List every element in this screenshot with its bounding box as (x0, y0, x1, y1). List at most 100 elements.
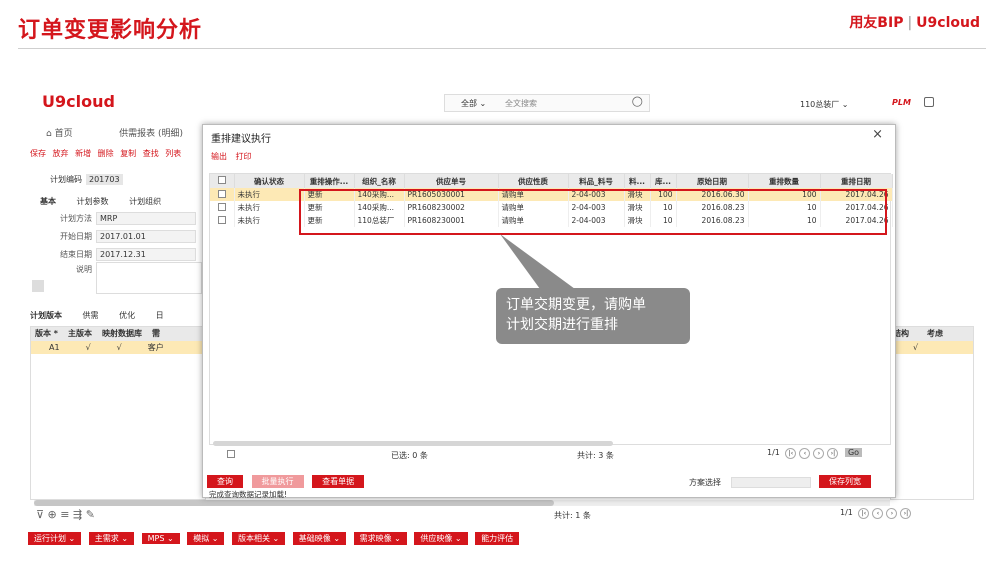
global-search[interactable]: 全部 ⌄ 全文搜索 ○ (444, 94, 650, 112)
go-button[interactable]: Go (844, 448, 863, 457)
attachment-icon[interactable] (32, 280, 44, 292)
col-item-name[interactable]: 料... (624, 174, 651, 188)
grid-header-row: 确认状态 重排操作... 组织_名称 供应单号 供应性质 料品_料号 料... … (210, 174, 893, 188)
col-confirm-status[interactable]: 确认状态 (234, 174, 305, 188)
dialog-footer: 已选: 0 条 共计: 3 条 1/1 |‹ ‹ › ›| Go (209, 447, 891, 463)
list-button[interactable]: 列表 (165, 149, 181, 158)
tab-plan-params[interactable]: 计划参数 (77, 197, 109, 206)
demand-image-button[interactable]: 需求映像 ⌄ (353, 532, 407, 545)
start-date-field[interactable]: 2017.01.01 (96, 230, 196, 243)
scheme-select[interactable] (731, 477, 811, 488)
table-row[interactable]: √ (891, 341, 973, 354)
grid-tool-icons[interactable]: ⊽ ⊕ ≡ ⇶ ✎ (36, 508, 95, 521)
save-button[interactable]: 保存 (30, 149, 46, 158)
nav-tabs: ⌂ 首页 供需报表 (明细) (46, 126, 205, 139)
prev-page-icon[interactable]: ‹ (799, 448, 811, 459)
total-count: 共计: 3 条 (577, 451, 614, 460)
version-tabs: 计划版本 供需 优化 日 (30, 310, 182, 321)
next-page-icon[interactable]: › (813, 448, 825, 459)
plan-code-value[interactable]: 201703 (86, 174, 123, 185)
search-scope-select[interactable]: 全部 ⌄ (461, 98, 486, 109)
select-all-checkbox[interactable] (210, 174, 235, 188)
scheme-select-row: 方案选择 (689, 477, 811, 488)
col-supply-type[interactable]: 供应性质 (498, 174, 569, 188)
highlight-box (299, 189, 887, 235)
mps-button[interactable]: MPS ⌄ (141, 533, 180, 544)
brand-u9cloud: U9cloud (916, 15, 980, 31)
bottom-pager: 1/1 |‹ ‹ › ›| (840, 508, 912, 519)
search-input[interactable]: 全文搜索 (505, 98, 537, 109)
col-supply-no[interactable]: 供应单号 (404, 174, 499, 188)
run-plan-button[interactable]: 运行计划 ⌄ (28, 532, 82, 545)
last-page-icon[interactable]: ›| (827, 448, 839, 459)
find-button[interactable]: 查找 (143, 149, 159, 158)
first-page-icon[interactable]: |‹ (858, 508, 870, 519)
version-related-button[interactable]: 版本相关 ⌄ (232, 532, 286, 545)
slide-title: 订单变更影响分析 (18, 18, 203, 43)
horizontal-scrollbar[interactable] (34, 500, 890, 506)
last-page-icon[interactable]: ›| (900, 508, 912, 519)
col-reschedule-op[interactable]: 重排操作... (304, 174, 355, 188)
base-image-button[interactable]: 基础映像 ⌄ (292, 532, 347, 545)
window-icon[interactable] (924, 97, 934, 107)
form-tabs: 基本 计划参数 计划组织 (40, 196, 179, 207)
plm-link[interactable]: PLM (892, 98, 911, 107)
first-page-icon[interactable]: |‹ (785, 448, 797, 459)
bottom-action-bar: 运行计划 ⌄ 主需求 ⌄ MPS ⌄ 模拟 ⌄ 版本相关 ⌄ 基础映像 ⌄ 需求… (28, 532, 524, 545)
prev-page-icon[interactable]: ‹ (872, 508, 884, 519)
tab-supply-demand[interactable]: 供需 (83, 311, 99, 320)
tab-plan-org[interactable]: 计划组织 (129, 197, 161, 206)
col-item-code[interactable]: 料品_料号 (568, 174, 625, 188)
tab-optimize[interactable]: 优化 (119, 311, 135, 320)
dialog-pager: 1/1 |‹ ‹ › ›| Go (767, 448, 863, 459)
main-toolbar: 保存 放弃 新增 删除 复制 查找 列表 (30, 148, 185, 159)
selected-count: 已选: 0 条 (391, 451, 428, 460)
table-row[interactable]: A1 √ √ 客户 (31, 341, 205, 354)
simulate-button[interactable]: 模拟 ⌄ (187, 532, 225, 545)
delete-button[interactable]: 删除 (98, 149, 114, 158)
end-date-field[interactable]: 2017.12.31 (96, 248, 196, 261)
row-checkbox[interactable] (210, 201, 235, 214)
col-reschedule-qty[interactable]: 重排数量 (748, 174, 821, 188)
tab-basic[interactable]: 基本 (40, 197, 56, 206)
dialog-status: 完成查询数据记录加载! (209, 490, 288, 499)
search-icon[interactable]: ○ (632, 94, 643, 109)
query-button[interactable]: 查询 (207, 475, 243, 488)
version-grid-right: 结构 考虑 √ (890, 326, 974, 500)
supply-demand-tab[interactable]: 供需报表 (明细) (119, 129, 183, 139)
callout-box: 订单交期变更，请购单 计划交期进行重排 (496, 288, 690, 344)
copy-button[interactable]: 复制 (120, 149, 136, 158)
next-page-icon[interactable]: › (886, 508, 898, 519)
col-org-name[interactable]: 组织_名称 (354, 174, 405, 188)
org-select[interactable]: 110总装厂 ⌄ (800, 99, 849, 110)
save-column-width-button[interactable]: 保存列宽 (819, 475, 871, 488)
export-button[interactable]: 输出 (211, 152, 227, 161)
tab-plan-version[interactable]: 计划版本 (30, 311, 62, 320)
capacity-eval-button[interactable]: 能力评估 (475, 532, 520, 545)
new-button[interactable]: 新增 (75, 149, 91, 158)
footer-checkbox[interactable] (227, 450, 235, 458)
master-demand-button[interactable]: 主需求 ⌄ (88, 532, 135, 545)
version-grid: 版本 * 主版本 映射数据库需 A1 √ √ 客户 (30, 326, 206, 500)
memo-row: 说明 (76, 265, 92, 274)
view-document-button[interactable]: 查看单据 (312, 475, 365, 488)
col-stock[interactable]: 库... (650, 174, 677, 188)
col-reschedule-date[interactable]: 重排日期 (820, 174, 893, 188)
close-icon[interactable]: × (872, 127, 883, 142)
memo-field[interactable] (96, 262, 202, 294)
home-tab[interactable]: ⌂ 首页 (46, 129, 95, 139)
row-checkbox[interactable] (210, 214, 235, 227)
method-field[interactable]: MRP (96, 212, 196, 225)
row-checkbox[interactable] (210, 188, 235, 201)
dialog-scrollbar[interactable] (213, 441, 613, 446)
dialog-toolbar: 输出 打印 (211, 151, 258, 162)
discard-button[interactable]: 放弃 (53, 149, 69, 158)
supply-image-button[interactable]: 供应映像 ⌄ (414, 532, 468, 545)
print-button[interactable]: 打印 (236, 152, 252, 161)
col-original-date[interactable]: 原始日期 (676, 174, 749, 188)
batch-execute-button[interactable]: 批量执行 (251, 475, 304, 488)
brand-separator: | (907, 15, 913, 31)
end-date-row: 结束日期 2017.12.31 (56, 248, 196, 261)
app-logo: U9cloud (42, 92, 115, 111)
tab-day[interactable]: 日 (156, 311, 164, 320)
